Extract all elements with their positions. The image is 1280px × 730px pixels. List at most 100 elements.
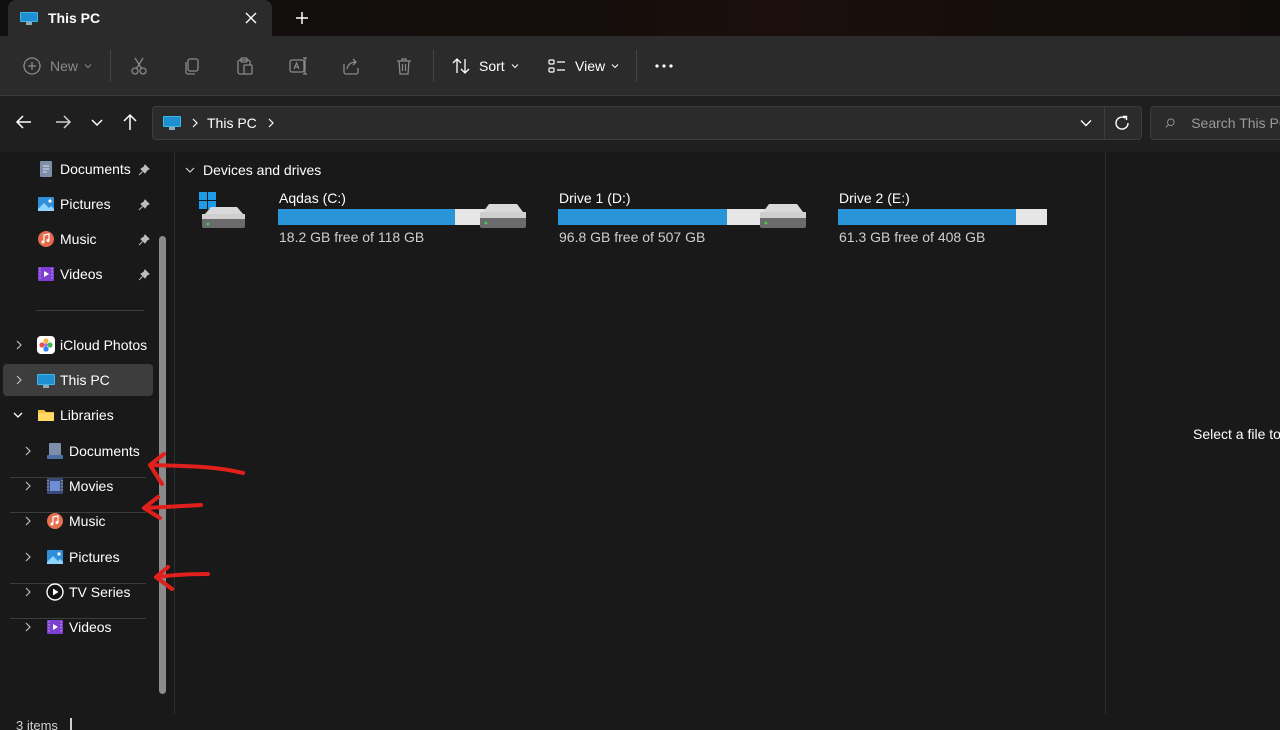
- chevron-right-icon[interactable]: [23, 446, 33, 456]
- sidebar-item-label: Videos: [60, 266, 103, 282]
- sidebar-item-pictures[interactable]: Pictures: [37, 187, 111, 221]
- sidebar-item-label: Libraries: [60, 407, 114, 423]
- navigation-pane: Documents Pictures Music Videos iCloud P…: [0, 152, 168, 714]
- new-label: New: [50, 58, 79, 74]
- share-icon: [343, 58, 359, 75]
- chevron-down-icon: [185, 167, 195, 173]
- drive-tile[interactable]: Drive 1 (D:) 96.8 GB free of 507 GB: [479, 190, 767, 250]
- drive-usage-bar: [278, 209, 487, 225]
- address-bar[interactable]: This PC: [152, 106, 1142, 140]
- chevron-right-icon[interactable]: [23, 552, 33, 562]
- search-box[interactable]: Search This PC: [1150, 106, 1280, 140]
- sidebar-item-libraries[interactable]: Libraries: [37, 398, 114, 432]
- chevron-right-icon[interactable]: [23, 587, 33, 597]
- sidebar-item-library-pictures[interactable]: Pictures: [46, 540, 120, 574]
- music-library-icon: [47, 513, 63, 529]
- this-pc-icon: [37, 374, 55, 388]
- sidebar-item-music[interactable]: Music: [37, 222, 97, 256]
- sidebar-item-label: This PC: [60, 372, 110, 388]
- forward-arrow-icon[interactable]: [53, 112, 73, 132]
- address-history-chevron-icon[interactable]: [1079, 116, 1093, 130]
- this-pc-icon: [20, 11, 38, 25]
- sidebar-item-label: Music: [69, 513, 106, 529]
- recent-locations-chevron-icon[interactable]: [87, 112, 107, 132]
- chevron-right-icon[interactable]: [23, 516, 33, 526]
- drive-usage-fill: [558, 209, 728, 225]
- chevron-right-icon[interactable]: [14, 340, 24, 350]
- back-arrow-icon[interactable]: [14, 112, 34, 132]
- sidebar-item-movies[interactable]: Movies: [46, 469, 113, 503]
- drive-tile[interactable]: Aqdas (C:) 18.2 GB free of 118 GB: [199, 190, 487, 250]
- sidebar-item-this-pc[interactable]: This PC: [37, 363, 110, 397]
- trash-icon: [397, 58, 411, 75]
- drive-tile[interactable]: Drive 2 (E:) 61.3 GB free of 408 GB: [759, 190, 1047, 250]
- more-options-icon: [655, 64, 673, 68]
- sidebar-item-videos[interactable]: Videos: [37, 257, 103, 291]
- sort-button[interactable]: Sort: [451, 54, 519, 78]
- up-arrow-icon[interactable]: [120, 112, 140, 132]
- sidebar-item-library-videos[interactable]: Videos: [46, 610, 112, 644]
- tv-series-icon: [46, 583, 64, 601]
- sidebar-item-label: Documents: [60, 161, 131, 177]
- search-input[interactable]: Search This PC: [1191, 115, 1280, 131]
- pin-icon[interactable]: [138, 164, 150, 176]
- delete-button[interactable]: [394, 54, 414, 78]
- command-bar: New Sort View: [0, 36, 1280, 96]
- sidebar-item-tv-series[interactable]: TV Series: [46, 575, 130, 609]
- devices-and-drives-header[interactable]: Devices and drives: [185, 162, 321, 178]
- hard-drive-icon: [760, 204, 806, 228]
- cut-button[interactable]: [129, 54, 149, 78]
- documents-icon: [40, 161, 52, 177]
- pin-icon[interactable]: [138, 234, 150, 246]
- group-header-label: Devices and drives: [203, 162, 322, 178]
- close-tab-icon[interactable]: [242, 9, 260, 27]
- chevron-down-icon: [611, 64, 619, 69]
- view-button[interactable]: View: [547, 54, 619, 78]
- address-divider: [1104, 107, 1105, 139]
- copy-button[interactable]: [182, 54, 202, 78]
- breadcrumb-this-pc[interactable]: This PC: [207, 115, 257, 131]
- paste-icon: [237, 57, 253, 75]
- sidebar-item-library-documents[interactable]: Documents: [46, 434, 140, 468]
- drive-name: Drive 1 (D:): [559, 190, 631, 206]
- rename-icon: [289, 57, 307, 75]
- sidebar-divider: [10, 618, 146, 619]
- new-button[interactable]: New: [22, 54, 92, 78]
- toolbar-separator: [433, 50, 434, 82]
- sidebar-scrollbar[interactable]: [159, 236, 166, 694]
- chevron-right-icon[interactable]: [14, 375, 24, 385]
- rename-button[interactable]: [288, 54, 308, 78]
- chevron-right-icon[interactable]: [23, 622, 33, 632]
- drive-free-space: 61.3 GB free of 408 GB: [839, 229, 986, 245]
- refresh-icon[interactable]: [1113, 114, 1131, 132]
- chevron-down-icon[interactable]: [13, 410, 23, 420]
- sidebar-item-library-music[interactable]: Music: [46, 504, 106, 538]
- share-button[interactable]: [341, 54, 361, 78]
- status-bar: 3 items: [0, 714, 1280, 730]
- sidebar-item-documents[interactable]: Documents: [37, 152, 131, 186]
- sidebar-item-icloud-photos[interactable]: iCloud Photos: [37, 328, 147, 362]
- chevron-right-icon: [192, 118, 198, 128]
- videos-icon: [38, 267, 54, 281]
- chevron-right-icon[interactable]: [23, 481, 33, 491]
- sidebar-divider: [36, 310, 144, 311]
- chevron-right-icon[interactable]: [267, 118, 275, 128]
- pin-icon[interactable]: [138, 199, 150, 211]
- title-bar: This PC: [0, 0, 1280, 36]
- movies-icon: [47, 478, 63, 494]
- drive-usage-bar: [838, 209, 1047, 225]
- sidebar-item-label: Pictures: [60, 196, 111, 212]
- tab-this-pc[interactable]: This PC: [8, 0, 272, 36]
- drive-usage-fill: [838, 209, 1016, 225]
- cut-icon: [131, 57, 147, 75]
- paste-button[interactable]: [235, 54, 255, 78]
- pin-icon[interactable]: [138, 269, 150, 281]
- sidebar-item-label: Videos: [69, 619, 112, 635]
- new-tab-icon[interactable]: [293, 9, 311, 27]
- drive-free-space: 96.8 GB free of 507 GB: [559, 229, 706, 245]
- videos-library-icon: [47, 620, 63, 634]
- address-row: This PC Search This PC: [0, 96, 1280, 152]
- see-more-button[interactable]: [654, 54, 674, 78]
- system-drive-icon: [199, 192, 245, 228]
- toolbar-separator: [636, 50, 637, 82]
